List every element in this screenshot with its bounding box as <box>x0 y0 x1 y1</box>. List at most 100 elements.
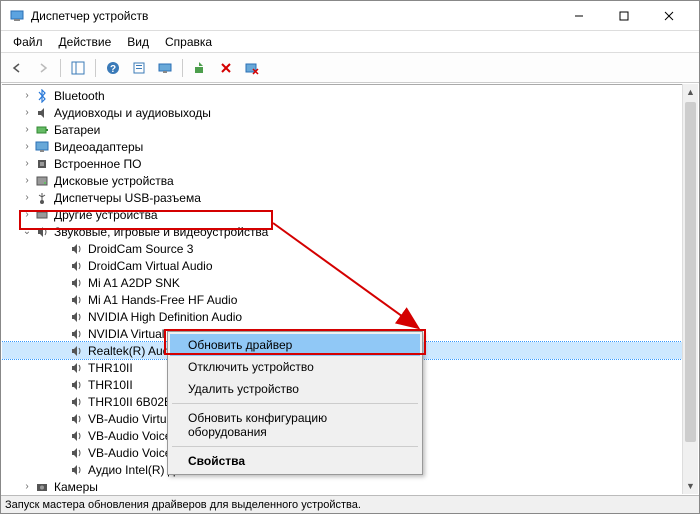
tree-node-label: Mi A1 A2DP SNK <box>88 276 180 290</box>
tree-device-item[interactable]: Mi A1 A2DP SNK <box>2 274 698 291</box>
tree-category[interactable]: › Аудиовходы и аудиовыходы <box>2 104 698 121</box>
window-controls <box>556 1 691 31</box>
menu-action[interactable]: Действие <box>51 33 120 51</box>
update-driver-button[interactable] <box>188 56 212 80</box>
sound-icon <box>68 292 84 308</box>
expander-icon[interactable]: › <box>20 175 34 186</box>
expander-icon[interactable]: › <box>20 192 34 203</box>
cm-properties[interactable]: Свойства <box>170 450 420 472</box>
tree-category-expanded[interactable]: ⌄ Звуковые, игровые и видеоустройства <box>2 223 698 240</box>
expander-icon[interactable]: › <box>20 141 34 152</box>
display-icon <box>34 139 50 155</box>
expander-icon[interactable]: › <box>20 209 34 220</box>
uninstall-button[interactable] <box>214 56 238 80</box>
tree-category[interactable]: › Встроенное ПО <box>2 155 698 172</box>
tree-category[interactable]: › Видеоадаптеры <box>2 138 698 155</box>
sound-icon <box>68 462 84 478</box>
menu-view[interactable]: Вид <box>119 33 157 51</box>
back-button[interactable] <box>5 56 29 80</box>
menubar: Файл Действие Вид Справка <box>1 31 699 53</box>
tree-device-item[interactable]: NVIDIA High Definition Audio <box>2 308 698 325</box>
show-hide-tree-button[interactable] <box>66 56 90 80</box>
toolbar: ? <box>1 53 699 83</box>
tree-category[interactable]: › Дисковые устройства <box>2 172 698 189</box>
usb-icon <box>34 190 50 206</box>
maximize-button[interactable] <box>601 1 646 31</box>
sound-icon <box>68 394 84 410</box>
window-title: Диспетчер устройств <box>31 9 556 23</box>
expander-icon[interactable]: › <box>20 124 34 135</box>
tree-node-label: VB-Audio Virtua <box>88 412 173 426</box>
tree-node-label: Встроенное ПО <box>54 157 141 171</box>
expander-icon[interactable]: ⌄ <box>20 226 34 237</box>
help-button[interactable]: ? <box>101 56 125 80</box>
toolbar-separator <box>95 59 96 77</box>
vertical-scrollbar[interactable]: ▲ ▼ <box>682 84 698 494</box>
expander-icon[interactable]: › <box>20 107 34 118</box>
battery-icon <box>34 122 50 138</box>
properties-button[interactable] <box>127 56 151 80</box>
tree-node-label: NVIDIA High Definition Audio <box>88 310 242 324</box>
tree-node-label: Диспетчеры USB-разъема <box>54 191 201 205</box>
tree-category[interactable]: › Батареи <box>2 121 698 138</box>
minimize-button[interactable] <box>556 1 601 31</box>
tree-category[interactable]: ›Другие устройства <box>2 206 698 223</box>
tree-device-item[interactable]: DroidCam Virtual Audio <box>2 257 698 274</box>
svg-text:?: ? <box>110 64 116 75</box>
scroll-thumb[interactable] <box>685 102 696 442</box>
tree-node-label: Дисковые устройства <box>54 174 174 188</box>
menu-help[interactable]: Справка <box>157 33 220 51</box>
expander-icon[interactable]: › <box>20 481 34 492</box>
status-text: Запуск мастера обновления драйверов для … <box>5 499 361 511</box>
tree-node-label: THR10II <box>88 361 133 375</box>
sound-icon <box>68 377 84 393</box>
sound-icon <box>34 224 50 240</box>
cm-disable-device[interactable]: Отключить устройство <box>170 356 420 378</box>
tree-category[interactable]: › Диспетчеры USB-разъема <box>2 189 698 206</box>
tree-node-label: THR10II <box>88 378 133 392</box>
tree-node-label: DroidCam Source 3 <box>88 242 193 256</box>
audio-icon <box>34 105 50 121</box>
tree-node-label: Аудиовходы и аудиовыходы <box>54 106 211 120</box>
tree-device-item[interactable]: DroidCam Source 3 <box>2 240 698 257</box>
tree-category[interactable]: › Камеры <box>2 478 698 494</box>
cm-scan-hardware[interactable]: Обновить конфигурацию оборудования <box>170 407 420 443</box>
expander-icon[interactable]: › <box>20 90 34 101</box>
tree-device-item[interactable]: Mi A1 Hands-Free HF Audio <box>2 291 698 308</box>
sound-icon <box>68 428 84 444</box>
sound-icon <box>68 258 84 274</box>
scan-hardware-button[interactable] <box>153 56 177 80</box>
tree-node-label: Аудио Intel(R) д <box>88 463 175 477</box>
firmware-icon <box>34 156 50 172</box>
sound-icon <box>68 309 84 325</box>
cm-update-driver[interactable]: Обновить драйвер <box>170 334 420 356</box>
menu-file[interactable]: Файл <box>5 33 51 51</box>
tree-node-label: Камеры <box>54 480 98 494</box>
scroll-up-button[interactable]: ▲ <box>683 84 698 100</box>
tree-node-label: Bluetooth <box>54 89 105 103</box>
tree-node-label: VB-Audio VoiceI <box>88 429 175 443</box>
close-button[interactable] <box>646 1 691 31</box>
other-icon <box>34 207 50 223</box>
forward-button[interactable] <box>31 56 55 80</box>
tree-node-label: Видеоадаптеры <box>54 140 143 154</box>
disk-icon <box>34 173 50 189</box>
titlebar: Диспетчер устройств <box>1 1 699 31</box>
tree-category[interactable]: › Bluetooth <box>2 87 698 104</box>
tree-node-label: Батареи <box>54 123 100 137</box>
sound-icon <box>68 360 84 376</box>
tree-node-label: VB-Audio VoiceI <box>88 446 175 460</box>
sound-icon <box>68 326 84 342</box>
expander-icon[interactable]: › <box>20 158 34 169</box>
toolbar-separator <box>182 59 183 77</box>
cm-separator <box>172 446 418 447</box>
camera-icon <box>34 479 50 495</box>
tree-node-label: DroidCam Virtual Audio <box>88 259 213 273</box>
cm-uninstall-device[interactable]: Удалить устройство <box>170 378 420 400</box>
scroll-down-button[interactable]: ▼ <box>683 478 698 494</box>
context-menu: Обновить драйвер Отключить устройство Уд… <box>167 331 423 475</box>
disable-button[interactable] <box>240 56 264 80</box>
sound-icon <box>68 241 84 257</box>
bluetooth-icon <box>34 88 50 104</box>
tree-node-label: Звуковые, игровые и видеоустройства <box>54 225 268 239</box>
